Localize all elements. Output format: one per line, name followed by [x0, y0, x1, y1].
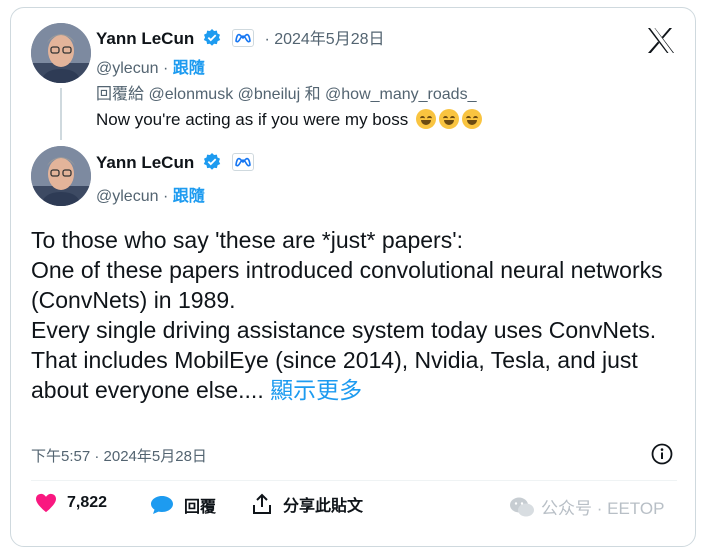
reply-bubble-icon	[151, 496, 173, 514]
author-header: Yann LeCun · 2024年5月28日	[96, 25, 385, 49]
follow-button[interactable]: 跟隨	[173, 188, 205, 205]
reply-label: 回覆	[184, 499, 217, 516]
separator: ·	[162, 60, 169, 77]
laughing-emoji-icon	[461, 109, 482, 129]
tweet-body: To those who say 'these are *just* paper…	[31, 225, 681, 405]
watermark-text: 公众号 · EETOP	[541, 499, 665, 518]
thread-line	[60, 88, 62, 140]
verified-badge-icon	[203, 29, 221, 46]
share-button[interactable]: 分享此貼文	[251, 492, 363, 516]
reply-to-prefix: 回覆給	[96, 86, 145, 103]
reply-text-row: Now you're acting as if you were my boss	[96, 109, 482, 130]
tweet-timestamp[interactable]: 下午5:57 · 2024年5月28日	[31, 445, 207, 466]
avatar-image	[31, 146, 91, 206]
laughing-emoji-icon	[438, 109, 459, 129]
heart-icon	[36, 493, 56, 513]
divider	[31, 480, 677, 481]
author-handle[interactable]: @ylecun	[96, 188, 159, 205]
avatar[interactable]	[31, 23, 91, 83]
author-header: Yann LeCun	[96, 153, 254, 173]
author-name[interactable]: Yann LeCun	[96, 153, 194, 172]
author-handle[interactable]: @ylecun	[96, 60, 159, 77]
reply-to-users[interactable]: @elonmusk @bneiluj 和 @how_many_roads_	[148, 86, 476, 103]
author-name[interactable]: Yann LeCun	[96, 29, 194, 48]
watermark: 公众号 · EETOP	[509, 494, 664, 519]
reply-to-line: 回覆給 @elonmusk @bneiluj 和 @how_many_roads…	[96, 80, 476, 104]
handle-row: @ylecun · 跟隨	[96, 54, 205, 78]
share-label: 分享此貼文	[283, 498, 364, 515]
separator: ·	[162, 188, 169, 205]
tweet-date[interactable]: · 2024年5月28日	[264, 31, 384, 48]
x-logo-icon[interactable]	[646, 27, 676, 54]
info-icon[interactable]	[651, 443, 673, 465]
like-button[interactable]: 7,822	[35, 493, 107, 513]
avatar-image	[31, 23, 91, 83]
avatar[interactable]	[31, 146, 91, 206]
tweet-embed-card: Yann LeCun · 2024年5月28日 @ylecun · 跟隨 回覆給…	[10, 7, 696, 547]
like-count: 7,822	[67, 494, 108, 511]
show-more-link[interactable]: 顯示更多	[270, 377, 362, 403]
wechat-icon	[510, 497, 534, 516]
follow-button[interactable]: 跟隨	[173, 60, 205, 77]
reply-text: Now you're acting as if you were my boss	[96, 110, 409, 129]
affiliation-badge	[231, 29, 254, 47]
meta-logo-icon	[234, 157, 251, 167]
laughing-emoji-icon	[415, 109, 436, 129]
reply-button[interactable]: 回覆	[150, 493, 216, 517]
meta-logo-icon	[234, 33, 251, 43]
verified-badge-icon	[203, 153, 221, 170]
affiliation-badge	[231, 153, 254, 171]
share-icon	[253, 493, 271, 514]
handle-row: @ylecun · 跟隨	[96, 182, 205, 206]
